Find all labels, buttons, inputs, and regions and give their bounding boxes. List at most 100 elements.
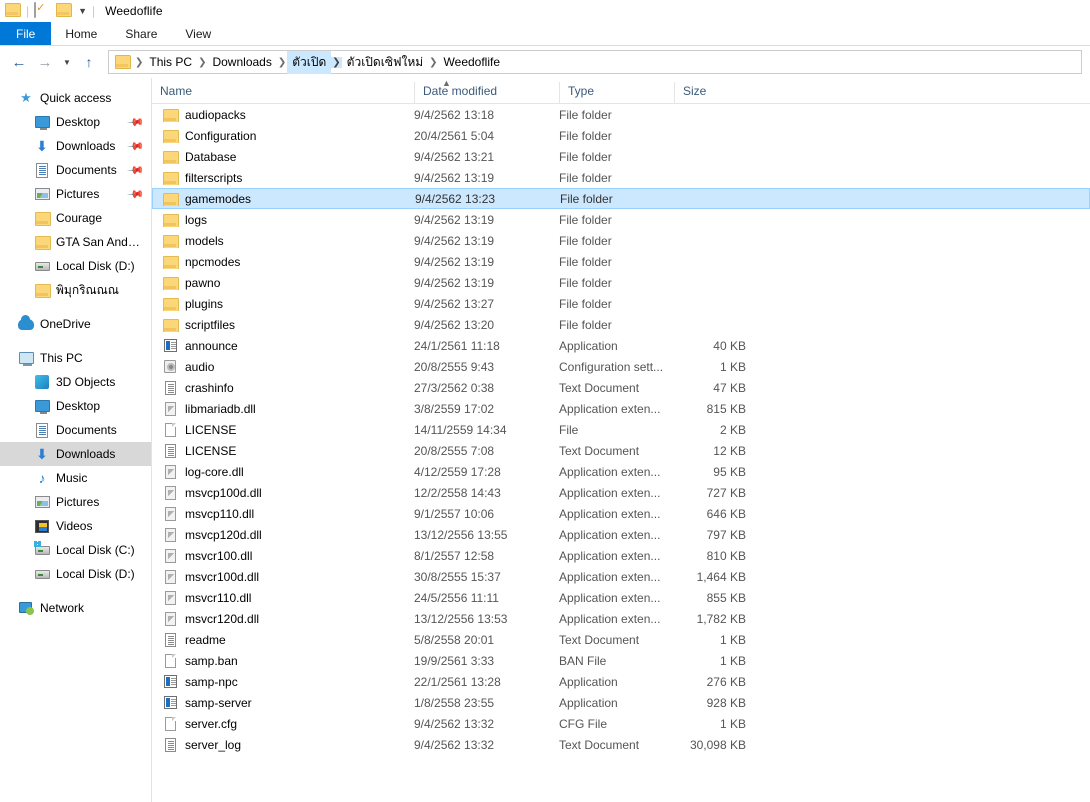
file-name-label: samp-server xyxy=(185,695,252,710)
pin-icon[interactable]: 📌 xyxy=(127,113,146,131)
blank-file-icon xyxy=(162,653,178,668)
sidebar-item-this-pc[interactable]: This PC xyxy=(0,346,151,370)
table-row[interactable]: LICENSE 14/11/2559 14:34 File 2 KB xyxy=(152,419,1090,440)
tab-view[interactable]: View xyxy=(171,22,225,45)
sidebar-item-local-disk-d[interactable]: Local Disk (D:) xyxy=(0,562,151,586)
table-row[interactable]: logs 9/4/2562 13:19 File folder xyxy=(152,209,1090,230)
sidebar-item-3d-objects[interactable]: 3D Objects xyxy=(0,370,151,394)
table-row[interactable]: models 9/4/2562 13:19 File folder xyxy=(152,230,1090,251)
table-row[interactable]: msvcr100d.dll 30/8/2555 15:37 Application … xyxy=(152,566,1090,587)
table-row[interactable]: server_log 9/4/2562 13:32 Text Document 30,… xyxy=(152,734,1090,755)
up-arrow-icon[interactable]: ↑ xyxy=(76,49,102,75)
column-header-date-modified[interactable]: Date modified xyxy=(414,82,559,103)
table-row[interactable]: msvcr120d.dll 13/12/2556 13:53 Application… xyxy=(152,608,1090,629)
table-row[interactable]: filterscripts 9/4/2562 13:19 File folder xyxy=(152,167,1090,188)
sidebar-item-documents-quick[interactable]: Documents 📌 xyxy=(0,158,151,182)
table-row[interactable]: samp-npc 22/1/2561 13:28 Application 276 KB xyxy=(152,671,1090,692)
file-name-label: server_log xyxy=(185,737,242,752)
tab-home[interactable]: Home xyxy=(51,22,111,45)
file-name-label: audio xyxy=(185,359,215,374)
quick-access-folder-icon[interactable] xyxy=(5,3,21,19)
sidebar-item-pictures-quick[interactable]: Pictures 📌 xyxy=(0,182,151,206)
breadcrumb-separator[interactable]: ❯ xyxy=(277,57,287,68)
back-arrow-icon[interactable]: ← xyxy=(6,49,32,75)
table-row[interactable]: samp.ban 19/9/2561 3:33 BAN File 1 KB xyxy=(152,650,1090,671)
cell-name: plugins xyxy=(152,297,414,311)
tab-share[interactable]: Share xyxy=(111,22,171,45)
breadcrumb[interactable]: ❯ This PC ❯ Downloads ❯ ตัวเปิด ❯ ตัวเปิ… xyxy=(108,50,1082,74)
table-row[interactable]: msvcp110.dll 9/1/2557 10:06 Application ex… xyxy=(152,503,1090,524)
table-row[interactable]: log-core.dll 4/12/2559 17:28 Application e… xyxy=(152,461,1090,482)
title-bar: | ▼ | Weedoflife xyxy=(0,0,1090,22)
new-folder-icon[interactable] xyxy=(56,3,73,19)
sidebar-item-local-disk-c[interactable]: Local Disk (C:) xyxy=(0,538,151,562)
cell-name: models xyxy=(152,234,414,248)
table-row[interactable]: msvcp120d.dll 13/12/2556 13:55 Application… xyxy=(152,524,1090,545)
properties-icon[interactable] xyxy=(34,2,50,19)
table-row[interactable]: audiopacks 9/4/2562 13:18 File folder xyxy=(152,104,1090,125)
table-row[interactable]: audio 20/8/2555 9:43 Configuration sett...… xyxy=(152,356,1090,377)
breadcrumb-separator[interactable]: ❯ xyxy=(331,56,342,68)
table-row[interactable]: server.cfg 9/4/2562 13:32 CFG File 1 KB xyxy=(152,713,1090,734)
column-header-size[interactable]: Size xyxy=(674,82,754,103)
table-row[interactable]: LICENSE 20/8/2555 7:08 Text Document 12 KB xyxy=(152,440,1090,461)
sidebar-item-quick-access[interactable]: ★ Quick access xyxy=(0,86,151,110)
sidebar-item-onedrive[interactable]: OneDrive xyxy=(0,312,151,336)
sidebar-item-documents-pc[interactable]: Documents xyxy=(0,418,151,442)
sidebar-item-downloads-quick[interactable]: ⬇ Downloads 📌 xyxy=(0,134,151,158)
sidebar-item-pictures-pc[interactable]: Pictures xyxy=(0,490,151,514)
cell-type: BAN File xyxy=(559,653,607,668)
recent-locations-chevron-icon[interactable]: ▼ xyxy=(58,49,76,75)
sidebar-item-desktop-pc[interactable]: Desktop xyxy=(0,394,151,418)
table-row[interactable]: readme 5/8/2558 20:01 Text Document 1 KB xyxy=(152,629,1090,650)
table-row[interactable]: npcmodes 9/4/2562 13:19 File folder xyxy=(152,251,1090,272)
pin-icon[interactable]: 📌 xyxy=(127,137,146,155)
sidebar-item-thai-folder[interactable]: พิมุกริณณณ xyxy=(0,278,151,302)
breadcrumb-separator[interactable]: ❯ xyxy=(197,57,207,68)
sidebar-item-downloads-pc[interactable]: ⬇ Downloads xyxy=(0,442,151,466)
forward-arrow-icon[interactable]: → xyxy=(32,49,58,75)
dll-icon xyxy=(162,590,178,605)
table-row[interactable]: pawno 9/4/2562 13:19 File folder xyxy=(152,272,1090,293)
breadcrumb-item-downloads[interactable]: Downloads xyxy=(207,53,276,71)
cell-date-modified: 5/8/2558 20:01 xyxy=(414,632,495,647)
sidebar-item-music[interactable]: ♪ Music xyxy=(0,466,151,490)
sidebar-item-courage[interactable]: Courage xyxy=(0,206,151,230)
cell-size: 797 KB xyxy=(706,527,746,542)
pin-icon[interactable]: 📌 xyxy=(127,161,146,179)
tab-file[interactable]: File xyxy=(0,22,52,45)
sidebar-item-label: Music xyxy=(56,471,88,485)
breadcrumb-item-tua-perd[interactable]: ตัวเปิด xyxy=(287,50,332,74)
customize-quick-access-toolbar-dropdown-icon[interactable]: ▼ xyxy=(78,6,87,16)
column-header-name[interactable]: Name xyxy=(152,82,414,103)
table-row[interactable]: scriptfiles 9/4/2562 13:20 File folder xyxy=(152,314,1090,335)
table-row[interactable]: gamemodes 9/4/2562 13:23 File folder xyxy=(152,188,1090,209)
table-row[interactable]: Database 9/4/2562 13:21 File folder xyxy=(152,146,1090,167)
download-arrow-icon: ⬇ xyxy=(36,446,48,462)
column-header-type[interactable]: Type xyxy=(559,82,674,103)
cell-size: 810 KB xyxy=(706,548,746,563)
sidebar-item-local-disk-d-quick[interactable]: Local Disk (D:) xyxy=(0,254,151,278)
cell-size: 928 KB xyxy=(706,695,746,710)
sidebar-item-network[interactable]: Network xyxy=(0,596,151,620)
table-row[interactable]: Configuration 20/4/2561 5:04 File folder xyxy=(152,125,1090,146)
table-row[interactable]: crashinfo 27/3/2562 0:38 Text Document 47 K… xyxy=(152,377,1090,398)
breadcrumb-separator[interactable]: ❯ xyxy=(428,57,438,68)
table-row[interactable]: msvcr100.dll 8/1/2557 12:58 Application ex… xyxy=(152,545,1090,566)
sidebar-item-videos[interactable]: Videos xyxy=(0,514,151,538)
table-row[interactable]: msvcr110.dll 24/5/2556 11:11 Application e… xyxy=(152,587,1090,608)
breadcrumb-separator[interactable]: ❯ xyxy=(134,57,144,68)
table-row[interactable]: plugins 9/4/2562 13:27 File folder xyxy=(152,293,1090,314)
breadcrumb-item-this-pc[interactable]: This PC xyxy=(144,53,197,71)
sidebar-item-gta-san-andreas[interactable]: GTA San Andreas xyxy=(0,230,151,254)
table-row[interactable]: samp-server 1/8/2558 23:55 Application 928 … xyxy=(152,692,1090,713)
dll-icon xyxy=(162,485,178,500)
table-row[interactable]: libmariadb.dll 3/8/2559 17:02 Application … xyxy=(152,398,1090,419)
table-row[interactable]: msvcp100d.dll 12/2/2558 14:43 Application … xyxy=(152,482,1090,503)
table-row[interactable]: announce 24/1/2561 11:18 Application 40 KB xyxy=(152,335,1090,356)
breadcrumb-item-tua-perd-serv-mai[interactable]: ตัวเปิดเซิฟใหม่ xyxy=(342,51,428,74)
breadcrumb-item-weedoflife[interactable]: Weedoflife xyxy=(439,53,505,71)
pin-icon[interactable]: 📌 xyxy=(127,185,146,203)
sidebar-item-desktop[interactable]: Desktop 📌 xyxy=(0,110,151,134)
file-name-label: msvcp110.dll xyxy=(185,506,255,521)
